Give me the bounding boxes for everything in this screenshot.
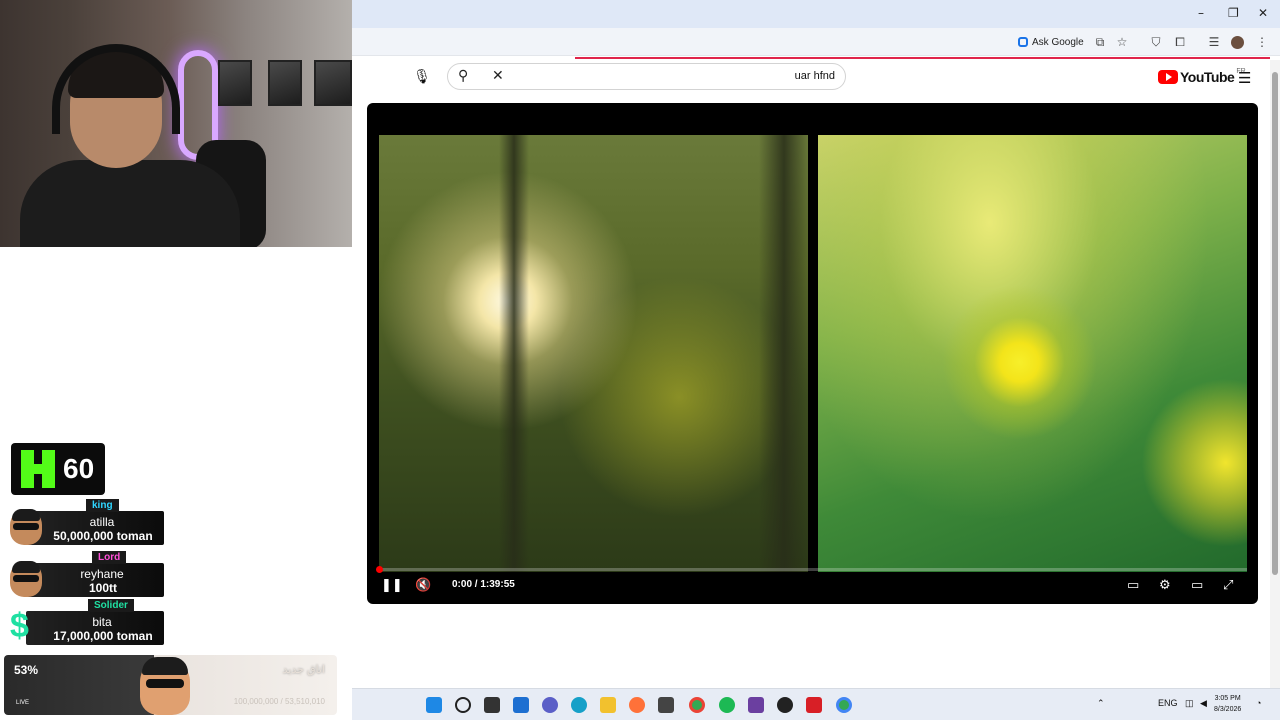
r-app-icon[interactable] [748, 697, 764, 713]
streamer-webcam [0, 0, 352, 247]
donor-avatar [10, 509, 42, 545]
donation-item: Lord reyhane 100tt [8, 551, 164, 597]
store-icon[interactable] [658, 697, 674, 713]
goal-percent: 53% [14, 663, 39, 677]
restore-icon[interactable]: ❐ [1228, 6, 1239, 20]
donation-item: $ Solider bita 17,000,000 toman [8, 599, 164, 645]
minimize-icon[interactable]: – [1198, 6, 1204, 20]
viewer-count-badge: 60 [11, 443, 105, 495]
firefox-icon[interactable] [629, 697, 645, 713]
wall-poster [268, 60, 302, 106]
youtube-wordmark: YouTube [1180, 69, 1235, 85]
donor-rank: king [86, 499, 119, 512]
page-loading-bar [575, 57, 1270, 59]
edge-icon[interactable] [571, 697, 587, 713]
kick-logo-icon [21, 450, 55, 488]
clock-time: 3:05 PM [1214, 695, 1241, 702]
spotify-icon[interactable] [719, 697, 735, 713]
streamer-body [20, 160, 240, 247]
viewer-count: 60 [63, 453, 95, 484]
bookmark-star-icon[interactable]: ☆ [1113, 33, 1131, 51]
donor-name: bita [92, 615, 112, 629]
mute-icon[interactable]: 🔇 [415, 577, 431, 595]
volume-icon[interactable]: ◀ [1200, 698, 1207, 709]
shield-icon[interactable]: ⛉ [1147, 33, 1165, 51]
cast-icon[interactable]: ⧉ [1091, 33, 1109, 51]
donor-amount: 17,000,000 toman [53, 629, 153, 643]
widgets-icon[interactable] [513, 697, 529, 713]
video-player[interactable]: ❚❚ 🔇 0:00 / 1:39:55 ▭ ⚙ ▭ ⤢ [367, 103, 1258, 604]
search-input[interactable]: ⚲ ✕ uar hfnd [447, 63, 846, 90]
menu-icon[interactable]: ☰ [1238, 69, 1251, 87]
chat-icon[interactable] [542, 697, 558, 713]
task-view-icon[interactable] [484, 697, 500, 713]
mic-icon[interactable]: 🎙 [410, 65, 434, 89]
donor-name: atilla [89, 515, 115, 529]
live-badge: LIVE [16, 700, 30, 706]
progress-bar[interactable] [376, 566, 1247, 573]
donor-amount: 100tt [88, 581, 117, 595]
goal-amount: 100,000,000 / 53,510,010 [233, 697, 325, 706]
fullscreen-icon[interactable]: ⤢ [1223, 577, 1233, 595]
search-icon[interactable]: ⚲ [458, 68, 468, 84]
wall-poster [218, 60, 252, 106]
page-scrollbar[interactable] [1270, 60, 1280, 688]
dollar-icon: $ [10, 607, 29, 645]
youtube-play-icon [1158, 70, 1178, 84]
scrollbar-thumb[interactable] [1272, 72, 1278, 575]
system-clock[interactable]: 3:05 PM 8/3/2026 [1214, 693, 1241, 715]
extensions-icon[interactable]: ⧠ [1171, 33, 1189, 51]
tree-trunk [759, 135, 809, 572]
donor-rank: Solider [88, 599, 134, 612]
notifications-icon[interactable]: ◔ [1256, 698, 1261, 708]
chrome-icon[interactable] [689, 697, 705, 713]
donor-amount: 50,000,000 toman [53, 529, 153, 543]
headphones [52, 44, 180, 134]
time-display: 0:00 / 1:39:55 [452, 579, 515, 590]
donation-item: king atilla 50,000,000 toman [8, 499, 164, 545]
ask-google-label: Ask Google [1032, 36, 1084, 48]
video-frame-flower [818, 135, 1247, 572]
donor-rank: Lord [92, 551, 127, 564]
reading-list-icon[interactable]: ☰ [1205, 33, 1223, 51]
browser-title-bar: – ❐ ✕ [352, 0, 1280, 28]
clock-date: 8/3/2026 [1214, 706, 1242, 713]
clear-icon[interactable]: ✕ [492, 68, 504, 84]
youtube-logo[interactable]: YouTube FR [1158, 68, 1246, 86]
chrome-alt-icon[interactable] [836, 697, 852, 713]
start-icon[interactable] [426, 697, 442, 713]
more-menu-icon[interactable]: ⋮ [1253, 33, 1271, 51]
search-query-text: uar hfnd [794, 70, 835, 82]
language-indicator[interactable]: ENG [1158, 698, 1178, 708]
theater-icon[interactable]: ▭ [1191, 577, 1203, 595]
donor-avatar [10, 561, 42, 597]
wall-poster [314, 60, 352, 106]
tray-overflow-icon[interactable]: ⌃ [1097, 698, 1105, 709]
close-icon[interactable]: ✕ [1258, 6, 1268, 20]
ask-google-button[interactable]: Ask Google [1018, 34, 1084, 50]
tree-trunk [499, 135, 529, 572]
network-icon[interactable]: ◫ [1185, 698, 1194, 709]
lens-icon [1018, 37, 1028, 47]
video-frame-forest [379, 135, 809, 572]
taskbar: ⌃ ENG ◫ ◀ 3:05 PM 8/3/2026 ◔ [352, 688, 1280, 720]
goal-title: اتاق جدید [282, 664, 325, 676]
profile-avatar[interactable] [1228, 33, 1246, 51]
donor-name: reyhane [80, 567, 124, 581]
search-icon[interactable] [455, 697, 471, 713]
goal-avatar [140, 657, 190, 715]
pause-icon[interactable]: ❚❚ [381, 577, 403, 595]
progress-scrubber[interactable] [376, 566, 383, 573]
donation-goal: 53% LIVE اتاق جدید 100,000,000 / 53,510,… [4, 655, 337, 715]
subtitles-icon[interactable]: ▭ [1127, 577, 1139, 595]
browser-toolbar: Ask Google ⧉ ☆ ⛉ ⧠ ☰ ⋮ [352, 28, 1280, 56]
file-explorer-icon[interactable] [600, 697, 616, 713]
obs-icon[interactable] [777, 697, 793, 713]
v-app-icon[interactable] [806, 697, 822, 713]
settings-icon[interactable]: ⚙ [1159, 577, 1171, 595]
